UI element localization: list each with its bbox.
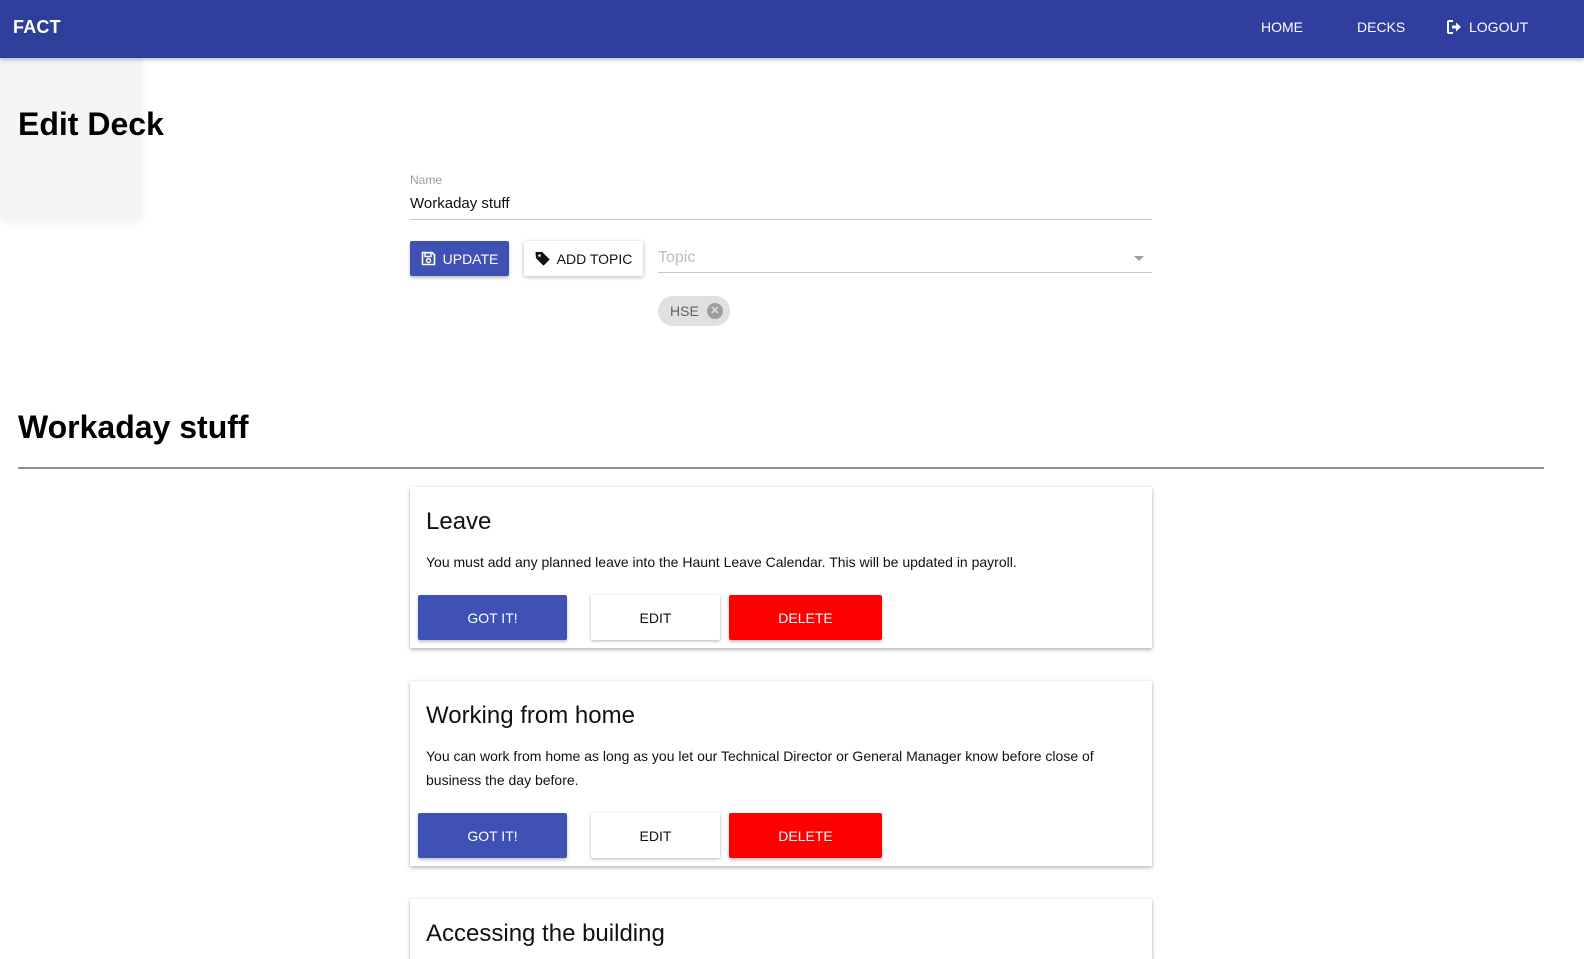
close-icon[interactable]: ✕ bbox=[706, 303, 723, 319]
delete-button[interactable]: DELETE bbox=[729, 813, 882, 858]
add-topic-button-label: ADD TOPIC bbox=[556, 250, 633, 267]
fact-card: Accessing the building bbox=[410, 899, 1152, 959]
name-field[interactable] bbox=[410, 188, 1152, 220]
save-icon bbox=[421, 251, 436, 266]
got-it-button[interactable]: GOT IT! bbox=[418, 595, 567, 640]
update-button-label: UPDATE bbox=[442, 250, 499, 267]
section-divider bbox=[18, 467, 1544, 469]
topic-select[interactable]: Topic bbox=[658, 243, 1152, 273]
card-body: You must add any planned leave into the … bbox=[426, 554, 1017, 570]
delete-button[interactable]: DELETE bbox=[729, 595, 882, 640]
nav-logout-label: LOGOUT bbox=[1469, 19, 1529, 35]
app-bar: FACT HOME DECKS LOGOUT bbox=[0, 0, 1584, 58]
name-field-label: Name bbox=[410, 173, 443, 187]
logout-icon bbox=[1447, 20, 1462, 34]
topic-chip-hse: HSE ✕ bbox=[658, 296, 730, 326]
topic-chip-label: HSE bbox=[670, 303, 699, 319]
edit-button[interactable]: EDIT bbox=[591, 595, 720, 640]
nav-logout[interactable]: LOGOUT bbox=[1447, 19, 1528, 35]
brand-logo[interactable]: FACT bbox=[13, 17, 61, 38]
card-title: Working from home bbox=[426, 702, 635, 729]
card-title: Leave bbox=[426, 508, 492, 535]
deck-title: Workaday stuff bbox=[18, 409, 249, 445]
page-title: Edit Deck bbox=[18, 106, 164, 142]
chevron-down-icon bbox=[1134, 256, 1144, 261]
card-title: Accessing the building bbox=[426, 920, 665, 947]
card-body: You can work from home as long as you le… bbox=[426, 748, 1094, 788]
update-button[interactable]: UPDATE bbox=[410, 241, 509, 276]
add-topic-button[interactable]: ADD TOPIC bbox=[524, 241, 643, 276]
nav-home[interactable]: HOME bbox=[1261, 19, 1303, 35]
fact-card: Leave You must add any planned leave int… bbox=[410, 487, 1152, 648]
got-it-button[interactable]: GOT IT! bbox=[418, 813, 567, 858]
nav-decks-label: DECKS bbox=[1357, 19, 1406, 35]
nav-decks[interactable]: DECKS bbox=[1357, 19, 1405, 35]
tag-icon bbox=[535, 251, 550, 266]
nav-home-label: HOME bbox=[1261, 19, 1303, 35]
fact-card: Working from home You can work from home… bbox=[410, 681, 1152, 866]
edit-button[interactable]: EDIT bbox=[591, 813, 720, 858]
topic-select-placeholder: Topic bbox=[658, 249, 696, 266]
